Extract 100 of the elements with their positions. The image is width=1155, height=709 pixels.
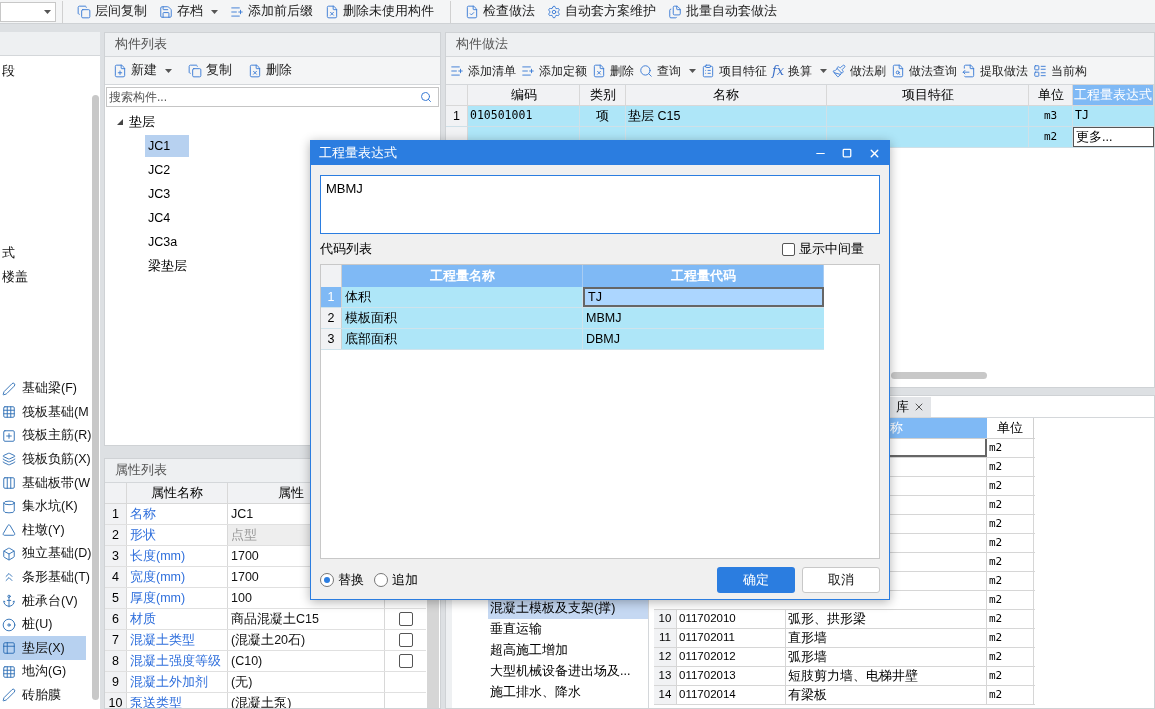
toolbar-button[interactable]: 查询 [637,59,698,82]
unit-cell: m2 [987,686,1034,704]
layout-list-icon [1033,63,1048,78]
name-cell[interactable]: 弧形、拱形梁 [786,610,987,628]
sidebar-item[interactable]: 桩(U) [0,612,86,637]
toolbar-button[interactable]: 检查做法 [461,0,539,23]
code-row[interactable]: 2 模板面积 MBMJ [321,308,824,329]
name-cell[interactable]: 直形墙 [786,629,987,647]
column-header: 编码 [468,85,580,105]
tree-item[interactable]: JC3a [145,231,181,253]
column-header: 名称 [626,85,827,105]
tree-item[interactable]: JC2 [145,159,174,181]
dialog-button[interactable]: 取消 [802,567,880,593]
close-icon[interactable] [913,401,925,413]
tree-node[interactable]: 垫层 [105,110,440,134]
sidebar-item[interactable]: 柱墩(Y) [0,518,86,542]
toolbar-button[interactable]: 删除未使用构件 [321,0,438,23]
caret-icon [689,68,696,73]
tree-item[interactable]: JC1 [145,135,189,157]
sidebar-item[interactable]: 楼盖 [0,265,86,289]
toolbar-button[interactable]: 自动套方案维护 [543,0,660,23]
name-cell[interactable]: 弧形墙 [786,648,987,666]
search-input[interactable]: 搜索构件... [107,88,420,106]
code-row[interactable]: 3 底部面积 DBMJ [321,329,824,350]
name-cell: 垫层 C15 [626,106,827,126]
sidebar-item[interactable]: 桩承台(V) [0,589,86,613]
tree-item[interactable]: 大型机械设备进出场及... [488,661,648,682]
dialog-button[interactable]: 确定 [717,567,795,593]
radio-button[interactable] [374,573,388,587]
sidebar-label: 筏板主筋(R) [22,427,92,445]
toolbar-button[interactable]: 提取做法 [960,59,1031,82]
tree-item[interactable]: 垂直运输 [488,619,648,640]
sidebar-item[interactable]: 基础梁(F) [0,376,86,401]
toolbar-button[interactable]: 批量自动套做法 [664,0,781,23]
name-cell[interactable]: 有梁板 [786,686,987,704]
property-value[interactable]: (无) [228,672,385,692]
checkbox[interactable] [782,242,795,256]
column-header: 类别 [580,85,626,105]
sidebar-item[interactable]: 式 [0,241,86,266]
unit-cell: m2 [987,439,1034,457]
toolbar-button[interactable]: 添加清单 [448,59,518,82]
row-number: 4 [105,567,127,587]
sidebar-item[interactable]: 段 [0,60,86,84]
tree-item[interactable]: 混凝土模板及支架(撑) [488,598,648,619]
cylinder-icon [2,499,16,514]
code-row[interactable]: 1 体积 TJ [321,287,824,308]
checkbox[interactable] [398,654,413,668]
property-value[interactable]: (C10) [228,651,385,671]
toolbar-button[interactable]: 项目特征 [699,59,769,82]
property-value[interactable]: (混凝土20石) [228,630,385,650]
toolbar-button[interactable]: 删除 [244,59,296,82]
toolbar-button[interactable]: 复制 [184,59,236,82]
file-search-icon [891,63,906,78]
property-name: 长度(mm) [127,546,228,566]
row-number: 10 [654,610,677,628]
expression-field[interactable]: MBMJ [320,175,880,234]
scrollbar[interactable] [92,95,99,700]
tree-item[interactable]: 超高施工增加 [488,640,648,661]
toolbar-button[interactable]: fx 换算 [770,59,830,82]
search-field[interactable]: 搜索构件... [106,87,439,107]
maximize-icon[interactable] [842,148,852,158]
unit-cell: m2 [987,534,1034,552]
disc-icon [2,617,16,632]
checkbox[interactable] [398,612,413,626]
name-cell: 体积 [342,287,583,307]
toolbar-button[interactable]: 删除 [590,59,636,82]
sidebar-item[interactable]: 砖胎膜 [0,683,86,708]
row-number: 8 [105,651,127,671]
row-number: 10 [105,693,127,708]
toolbar-button[interactable]: 当前构 [1031,59,1090,82]
unit-cell: m2 [987,572,1034,590]
toolbar-button[interactable]: 存档 [155,0,222,23]
tree-item[interactable]: 施工排水、降水 [488,682,648,703]
column-header: 项目特征 [827,85,1029,105]
horizontal-scrollbar[interactable] [891,372,987,379]
sidebar-item[interactable]: 集水坑(K) [0,494,86,519]
toolbar-button[interactable]: 添加前后缀 [226,0,317,23]
tree-item[interactable]: JC3 [145,183,174,205]
expression-cell[interactable]: 更多... [1073,127,1154,147]
toolbar-button[interactable]: 层间复制 [73,0,151,23]
sidebar-item[interactable]: 地沟(G) [0,659,86,684]
toolbar-button[interactable]: 添加定额 [519,59,589,82]
checkbox[interactable] [398,633,413,647]
property-name: 泵送类型 [127,693,228,708]
expand-triangle-icon[interactable] [117,119,123,125]
property-value[interactable]: 商品混凝土C15 [228,609,385,629]
unit-cell: m2 [987,648,1034,666]
tree-item[interactable]: 梁垫层 [145,255,190,277]
sidebar-item[interactable]: 垫层(X) [0,636,86,660]
sidebar-item[interactable]: 筏板基础(M [0,400,86,424]
list-plus-icon [521,63,535,78]
unit-cell: m3 [1029,106,1073,126]
toolbar-button[interactable]: 做法刷 [830,59,889,82]
radio-button[interactable] [320,573,334,587]
tree-item[interactable]: JC4 [145,207,174,229]
toolbar-button[interactable]: 做法查询 [889,59,960,82]
toolbar-button[interactable]: 新建 [109,59,176,82]
name-cell[interactable]: 短肢剪力墙、电梯井壁 [786,667,987,685]
library-tab[interactable]: 库 [890,397,931,417]
expression-cell[interactable]: TJ [1073,106,1154,126]
